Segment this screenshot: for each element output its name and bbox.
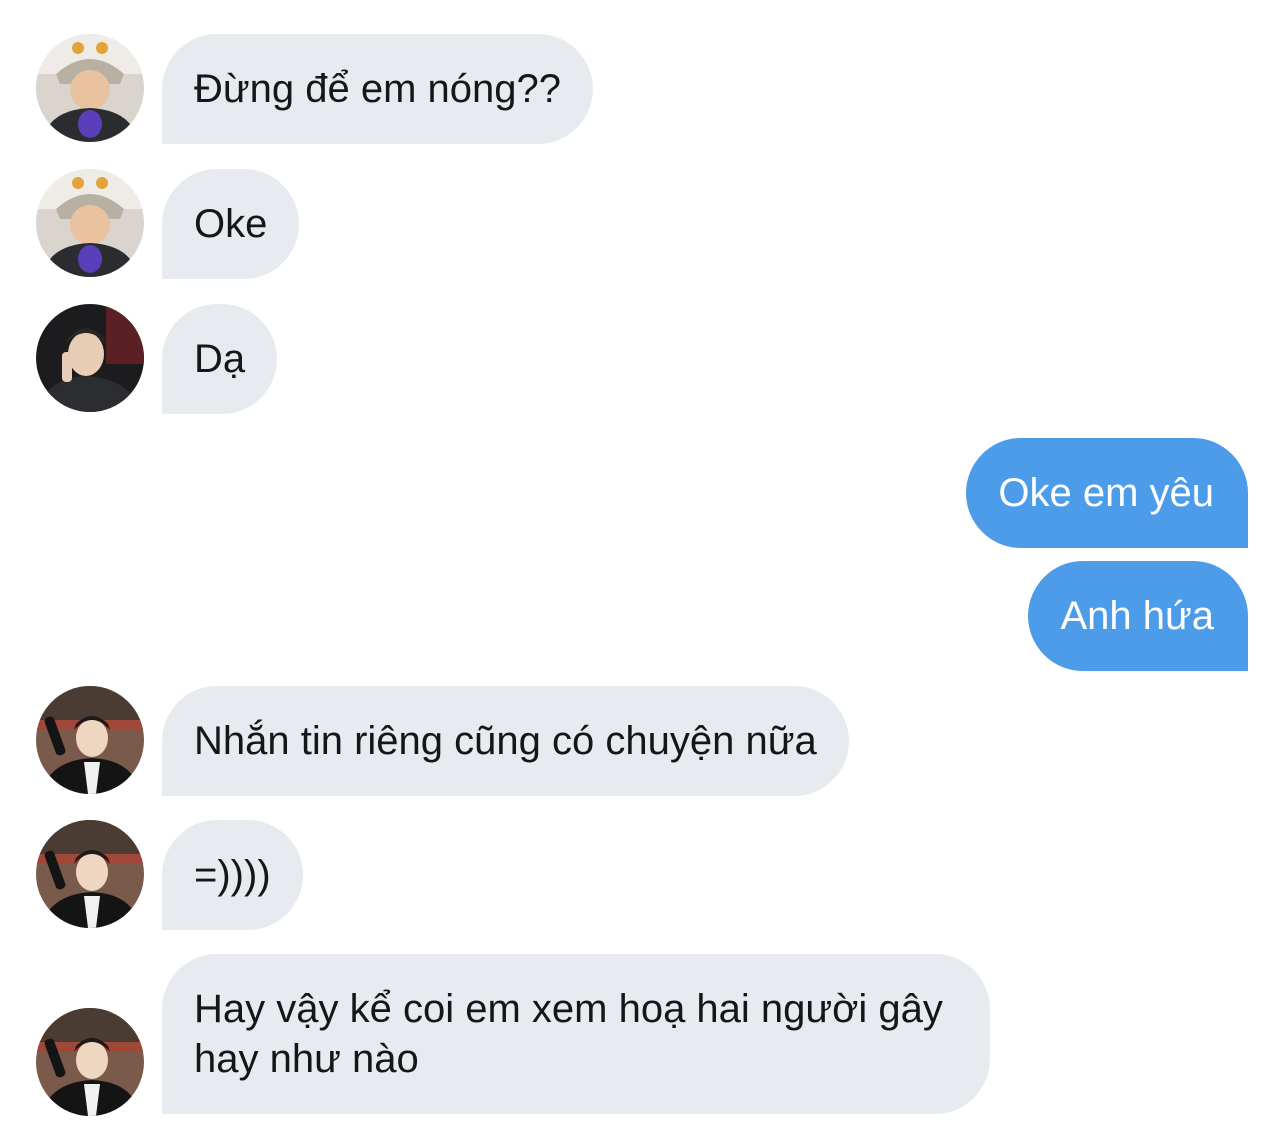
incoming-message-bubble[interactable]: Đừng để em nóng??: [162, 34, 594, 144]
outgoing-message-bubble[interactable]: Anh hứa: [1028, 561, 1248, 671]
avatar-user-c[interactable]: [36, 686, 144, 794]
avatar-user-a[interactable]: [36, 169, 144, 277]
outgoing-message-bubble[interactable]: Oke em yêu: [966, 438, 1248, 548]
incoming-message-bubble[interactable]: Oke: [162, 169, 300, 279]
incoming-message-bubble[interactable]: Dạ: [162, 304, 278, 414]
dm-conversation: { "messages": [ {"side": "in", "text": "…: [0, 0, 1284, 1134]
avatar-user-b[interactable]: [36, 304, 144, 412]
avatar-user-c[interactable]: [36, 820, 144, 928]
incoming-message-bubble[interactable]: Hay vậy kể coi em xem hoạ hai người gây …: [162, 954, 990, 1114]
avatar-user-c[interactable]: [36, 1008, 144, 1116]
avatar-user-a[interactable]: [36, 34, 144, 142]
incoming-message-bubble[interactable]: Nhắn tin riêng cũng có chuyện nữa: [162, 686, 849, 796]
incoming-message-bubble[interactable]: =)))): [162, 820, 303, 930]
